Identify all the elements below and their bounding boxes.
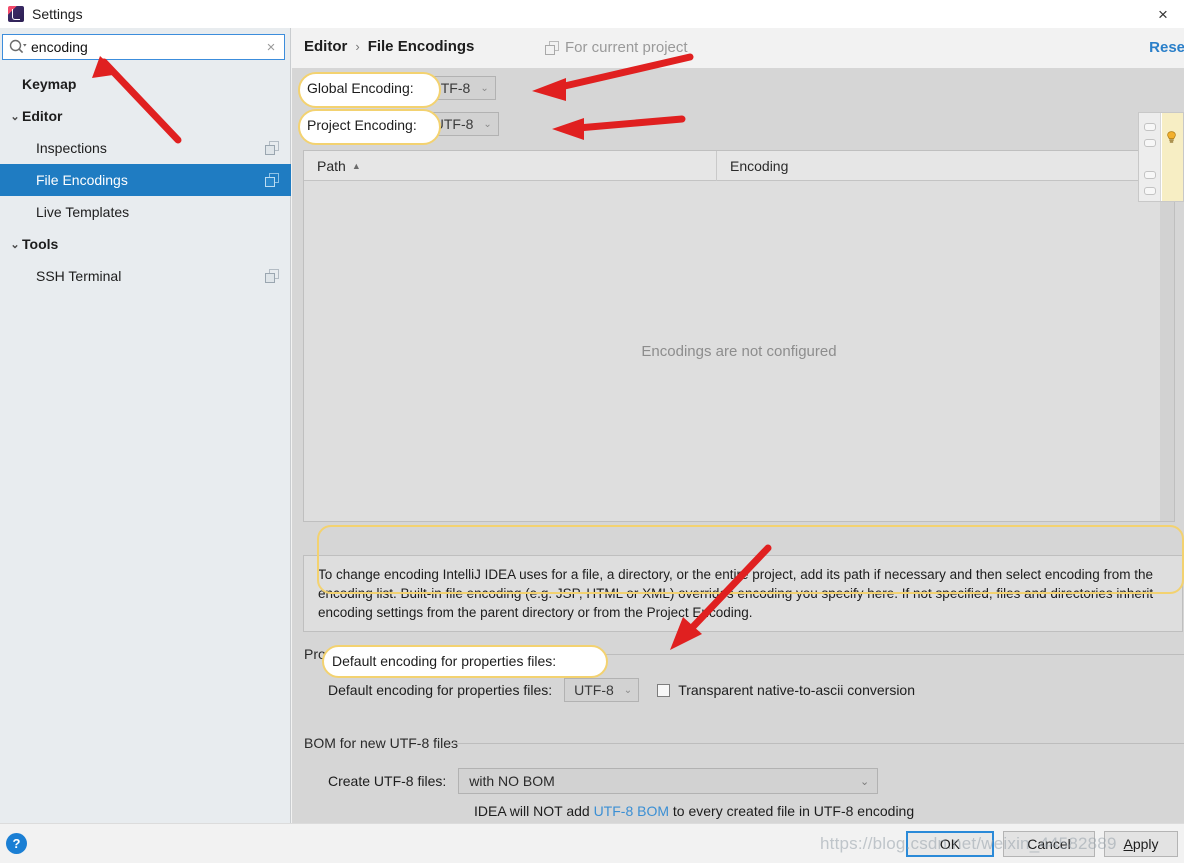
copy-pages-icon xyxy=(545,40,559,55)
global-encoding-value: UTF-8 xyxy=(430,80,471,96)
sidebar-item-label: Keymap xyxy=(22,76,77,92)
sidebar-item-label: Tools xyxy=(22,236,59,252)
transparent-native-to-ascii-checkbox[interactable]: Transparent native-to-ascii conversion xyxy=(657,682,915,698)
popup-marker xyxy=(1144,171,1156,179)
group-divider xyxy=(520,654,1184,655)
window-title: Settings xyxy=(32,6,83,22)
sidebar-item-label: Live Templates xyxy=(36,204,130,220)
column-header-path[interactable]: Path ▲ xyxy=(304,150,717,181)
popup-highlight-band xyxy=(1162,113,1183,201)
sidebar-item-tools[interactable]: ⌄ Tools xyxy=(0,228,291,260)
reset-link[interactable]: Reset xyxy=(1149,39,1184,56)
search-icon xyxy=(7,36,29,58)
encodings-table: Path ▲ Encoding Encodings are not config… xyxy=(303,150,1175,522)
project-encoding-dropdown[interactable]: UTF-8 ⌄ xyxy=(423,112,499,136)
column-header-label: Encoding xyxy=(730,157,789,174)
settings-tree: Keymap ⌄ Editor Inspections File Encodin… xyxy=(0,68,291,292)
copy-to-project-icon[interactable] xyxy=(265,141,279,155)
popup-marker xyxy=(1144,187,1156,195)
sidebar-item-label: SSH Terminal xyxy=(36,268,122,284)
settings-content-pane: Editor › File Encodings For current proj… xyxy=(292,28,1184,823)
project-encoding-row: Project Encoding: UTF-8 ⌄ xyxy=(304,112,499,136)
clear-search-icon[interactable]: × xyxy=(258,35,284,59)
project-encoding-value: UTF-8 xyxy=(433,116,474,132)
create-utf8-label: Create UTF-8 files: xyxy=(328,773,447,789)
column-header-label: Path xyxy=(317,157,346,174)
copy-to-project-icon[interactable] xyxy=(265,173,279,187)
apply-mnemonic: A xyxy=(1123,836,1133,852)
ok-button[interactable]: OK xyxy=(906,831,994,857)
sidebar-item-live-templates[interactable]: Live Templates xyxy=(0,196,291,228)
create-utf8-files-row: Create UTF-8 files: with NO BOM ⌄ xyxy=(328,768,879,794)
bom-hint-prefix: IDEA will NOT add xyxy=(474,803,594,819)
sidebar-item-editor[interactable]: ⌄ Editor xyxy=(0,100,291,132)
encoding-help-tip: To change encoding IntelliJ IDEA uses fo… xyxy=(303,555,1183,632)
checkbox-label: Transparent native-to-ascii conversion xyxy=(678,682,915,698)
sidebar-item-inspections[interactable]: Inspections xyxy=(0,132,291,164)
bom-group-title: BOM for new UTF-8 files xyxy=(304,735,467,751)
chevron-down-icon: ⌄ xyxy=(483,118,492,130)
sidebar-item-keymap[interactable]: Keymap xyxy=(0,68,291,100)
page-title: File Encodings xyxy=(367,38,475,55)
column-header-encoding[interactable]: Encoding xyxy=(717,151,788,181)
chevron-down-icon: ⌄ xyxy=(10,110,20,123)
breadcrumb-parent[interactable]: Editor xyxy=(304,38,347,55)
sort-ascending-icon: ▲ xyxy=(351,160,361,171)
chevron-down-icon: ⌄ xyxy=(860,775,870,788)
utf8-bom-link[interactable]: UTF-8 BOM xyxy=(594,803,669,819)
dialog-footer: ? OK Cancel Apply xyxy=(0,823,1184,863)
bom-hint: IDEA will NOT add UTF-8 BOM to every cre… xyxy=(474,803,914,819)
checkbox-box[interactable] xyxy=(657,683,671,697)
default-encoding-value: UTF-8 xyxy=(574,682,614,698)
create-utf8-dropdown[interactable]: with NO BOM ⌄ xyxy=(458,768,879,794)
sidebar: × Keymap ⌄ Editor Inspections File Encod… xyxy=(0,28,291,823)
apply-button[interactable]: Apply xyxy=(1104,831,1178,857)
table-header-row: Path ▲ Encoding xyxy=(304,150,1174,181)
sidebar-item-label: File Encodings xyxy=(36,172,128,188)
global-encoding-row: Global Encoding: UTF-8 ⌄ xyxy=(304,76,496,100)
cancel-button[interactable]: Cancel xyxy=(1003,831,1095,857)
sidebar-item-label: Inspections xyxy=(36,140,107,156)
close-icon[interactable]: × xyxy=(1150,2,1176,26)
chevron-down-icon: ⌄ xyxy=(480,82,489,94)
breadcrumb-bar: Editor › File Encodings For current proj… xyxy=(292,28,1184,68)
settings-dialog: Settings × × Keymap ⌄ Editor xyxy=(0,0,1184,863)
search-input[interactable] xyxy=(29,36,258,58)
for-current-project-note: For current project xyxy=(545,39,688,56)
default-properties-encoding-dropdown[interactable]: UTF-8 ⌄ xyxy=(564,678,640,702)
help-icon[interactable]: ? xyxy=(6,833,27,854)
intellij-idea-icon xyxy=(8,6,24,22)
title-bar: Settings × xyxy=(0,0,1184,28)
sidebar-item-label: Editor xyxy=(22,108,63,124)
breadcrumb: Editor › File Encodings xyxy=(304,38,474,55)
breadcrumb-separator-icon: › xyxy=(355,39,360,54)
table-scrollbar[interactable] xyxy=(1160,181,1174,521)
bom-hint-suffix: to every created file in UTF-8 encoding xyxy=(669,803,915,819)
lightbulb-icon[interactable] xyxy=(1166,131,1177,144)
search-field[interactable]: × xyxy=(2,34,285,60)
default-properties-encoding-row: Default encoding for properties files: U… xyxy=(328,678,915,702)
properties-files-group-title: Properties Files (*.properties) xyxy=(304,646,495,662)
chevron-down-icon: ⌄ xyxy=(623,684,633,696)
sidebar-item-file-encodings[interactable]: File Encodings xyxy=(0,164,291,196)
chevron-down-icon: ⌄ xyxy=(10,238,20,251)
table-empty-message: Encodings are not configured xyxy=(641,342,837,360)
popup-marker xyxy=(1144,123,1156,131)
popup-marker xyxy=(1144,139,1156,147)
copy-to-project-icon[interactable] xyxy=(265,269,279,283)
global-encoding-label: Global Encoding: xyxy=(304,80,411,96)
global-encoding-dropdown[interactable]: UTF-8 ⌄ xyxy=(420,76,496,100)
notification-popup[interactable] xyxy=(1138,112,1184,202)
create-utf8-value: with NO BOM xyxy=(469,773,555,789)
apply-rest: pply xyxy=(1132,836,1159,852)
project-encoding-label: Project Encoding: xyxy=(304,116,414,132)
default-encoding-label: Default encoding for properties files: xyxy=(328,682,553,698)
sidebar-item-ssh-terminal[interactable]: SSH Terminal xyxy=(0,260,291,292)
for-current-project-label: For current project xyxy=(565,39,688,56)
group-divider xyxy=(452,743,1184,744)
